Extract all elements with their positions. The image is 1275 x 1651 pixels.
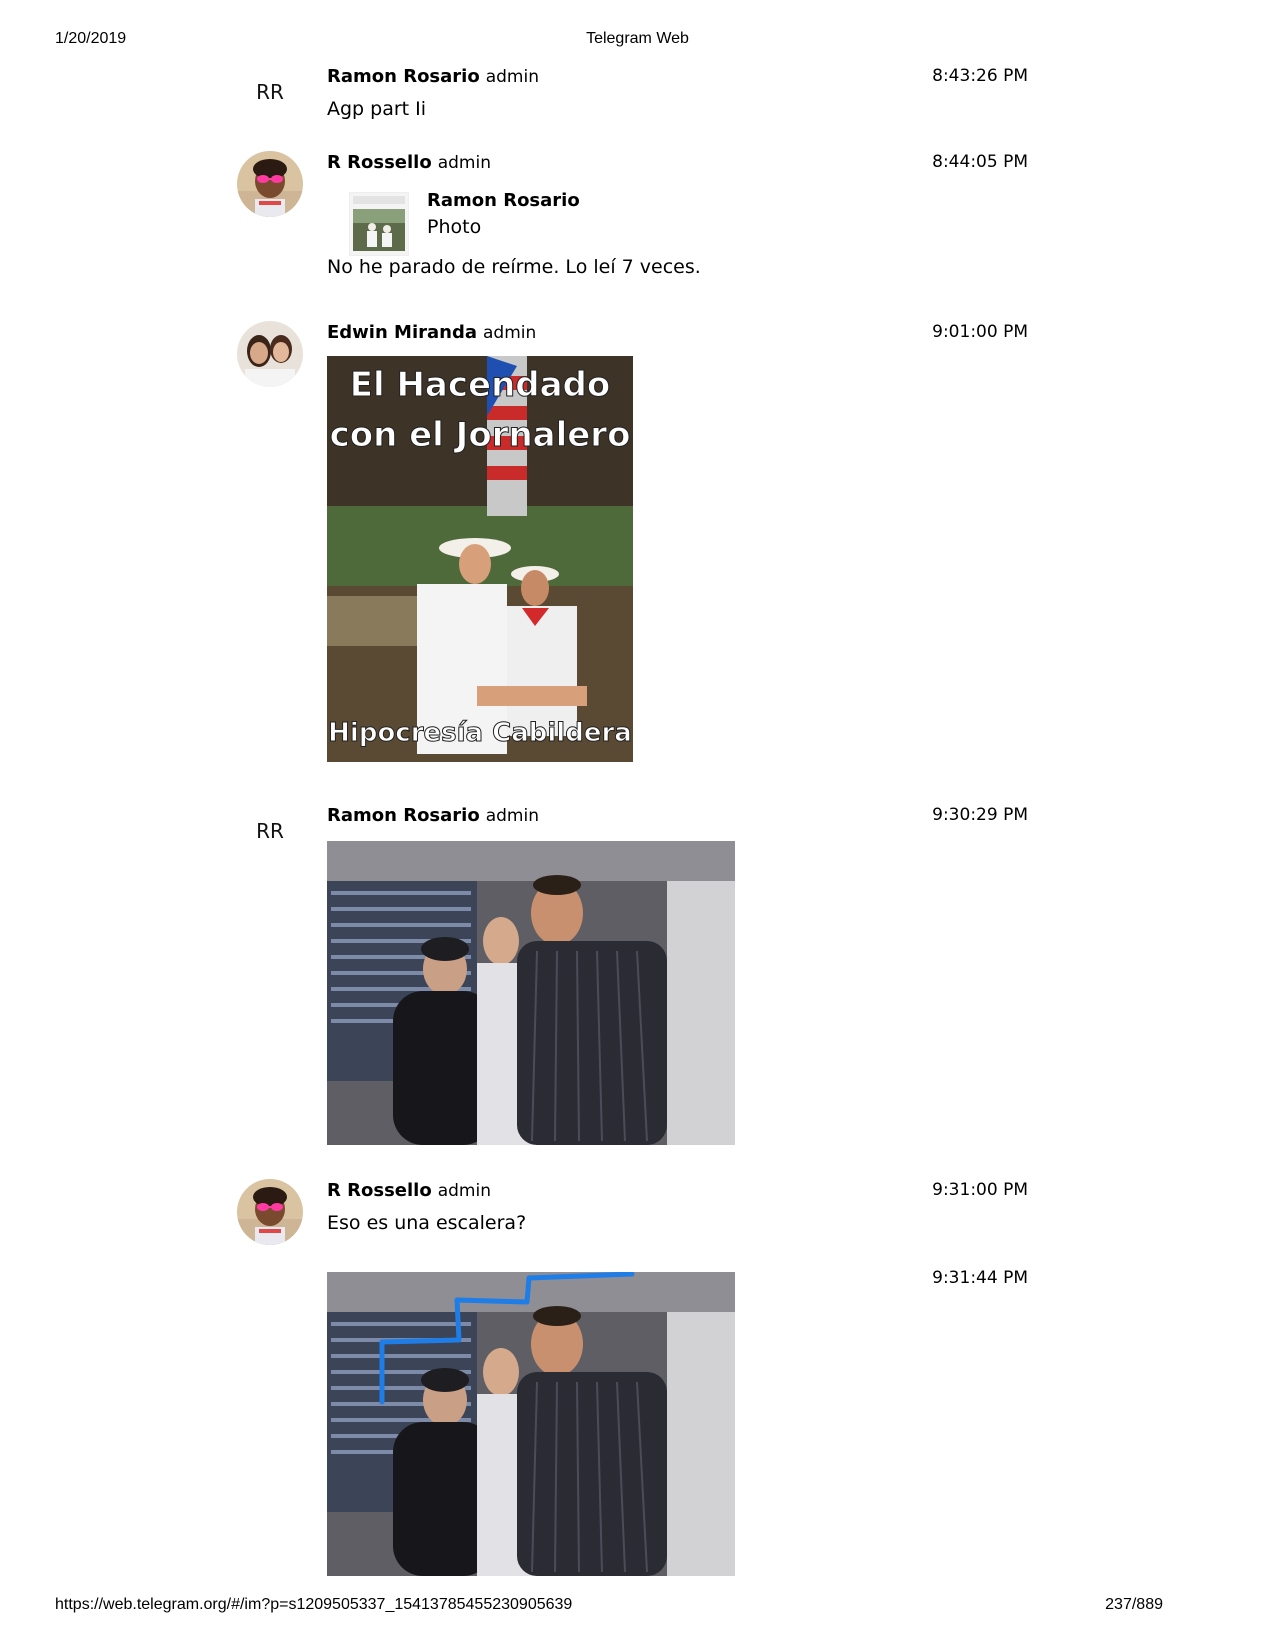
avatar[interactable] xyxy=(237,151,303,217)
message-header: R Rossello admin xyxy=(327,152,491,173)
message-time: 9:01:00 PM xyxy=(932,322,1028,342)
two-people-avatar-icon xyxy=(237,321,303,387)
message-2: R Rossello admin 8:44:05 PM Ramon Rosario… xyxy=(0,148,1275,298)
message-time: 9:31:00 PM xyxy=(932,1180,1028,1200)
message-time: 8:43:26 PM xyxy=(932,66,1028,86)
message-photo[interactable]: El Hacendado con el Jornalero Hipocresía… xyxy=(327,356,633,762)
reply-thumbnail[interactable] xyxy=(349,192,409,256)
avatar-initials[interactable]: RR xyxy=(237,819,303,843)
message-6: 9:31:44 PM xyxy=(0,1264,1275,1584)
print-url: https://web.telegram.org/#/im?p=s1209505… xyxy=(55,1596,573,1613)
author-role: admin xyxy=(485,67,539,87)
author-role: admin xyxy=(437,153,491,173)
message-photo[interactable] xyxy=(327,1272,735,1576)
avatar-initials[interactable]: RR xyxy=(237,80,303,104)
author-role: admin xyxy=(437,1181,491,1201)
author-role: admin xyxy=(483,323,537,343)
author-name[interactable]: Edwin Miranda xyxy=(327,322,477,343)
child-avatar-icon xyxy=(237,151,303,217)
author-role: admin xyxy=(485,806,539,826)
child-avatar-icon xyxy=(237,1179,303,1245)
reply-photo-thumbnail xyxy=(350,193,408,255)
reply-kind: Photo xyxy=(427,216,482,238)
print-footer: https://web.telegram.org/#/im?p=s1209505… xyxy=(0,1596,1275,1618)
message-header: Ramon Rosario admin xyxy=(327,66,539,87)
meme-caption-bottom: Hipocresía Cabildera xyxy=(328,718,632,748)
author-name[interactable]: R Rossello xyxy=(327,1180,432,1201)
avatar[interactable] xyxy=(237,1179,303,1245)
meme-caption-top-2: con el Jornalero xyxy=(330,415,631,455)
message-4: RR Ramon Rosario admin 9:30:29 PM xyxy=(0,801,1275,1151)
meme-photo: El Hacendado con el Jornalero Hipocresía… xyxy=(327,356,633,762)
message-header: R Rossello admin xyxy=(327,1180,491,1201)
print-page-number: 237/889 xyxy=(1105,1596,1163,1613)
stadium-photo xyxy=(327,841,735,1145)
message-text: No he parado de reírme. Lo leí 7 veces. xyxy=(327,256,701,278)
reply-author[interactable]: Ramon Rosario xyxy=(427,190,580,211)
message-header: Edwin Miranda admin xyxy=(327,322,536,343)
author-name[interactable]: Ramon Rosario xyxy=(327,805,480,826)
stadium-photo-with-stair-line xyxy=(327,1272,735,1576)
print-header: 1/20/2019 Telegram Web xyxy=(0,30,1275,52)
author-name[interactable]: Ramon Rosario xyxy=(327,66,480,87)
message-text: Eso es una escalera? xyxy=(327,1212,527,1234)
message-time: 9:30:29 PM xyxy=(932,805,1028,825)
message-time: 8:44:05 PM xyxy=(932,152,1028,172)
print-title: Telegram Web xyxy=(586,30,689,47)
meme-caption-top-1: El Hacendado xyxy=(350,365,611,405)
message-1: RR Ramon Rosario admin 8:43:26 PM Agp par… xyxy=(0,62,1275,132)
message-time: 9:31:44 PM xyxy=(932,1268,1028,1288)
message-5: R Rossello admin 9:31:00 PM Eso es una es… xyxy=(0,1176,1275,1246)
message-photo[interactable] xyxy=(327,841,735,1145)
author-name[interactable]: R Rossello xyxy=(327,152,432,173)
message-header: Ramon Rosario admin xyxy=(327,805,539,826)
message-3: Edwin Miranda admin 9:01:00 PM El Hacend… xyxy=(0,318,1275,778)
message-text: Agp part Ii xyxy=(327,98,427,120)
avatar[interactable] xyxy=(237,321,303,387)
